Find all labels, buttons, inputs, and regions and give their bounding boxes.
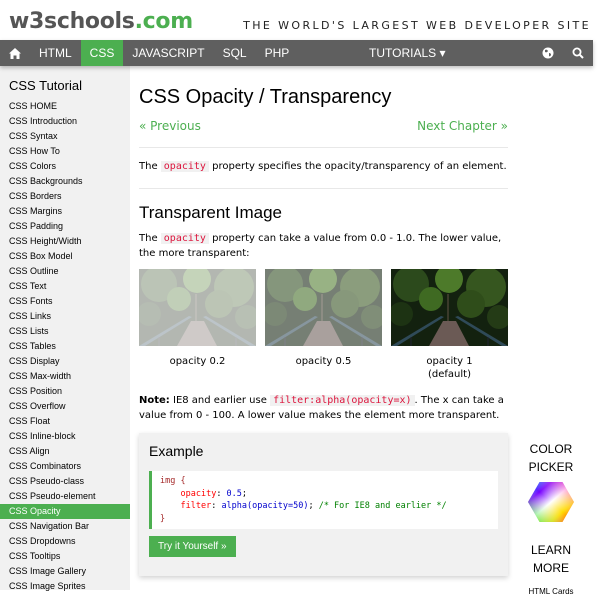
sidebar-item-css-text[interactable]: CSS Text [0, 279, 130, 294]
sidebar-title: CSS Tutorial [9, 78, 82, 93]
try-it-yourself-button[interactable]: Try it Yourself » [149, 536, 236, 557]
home-icon [9, 47, 21, 59]
sidebar-item-css-links[interactable]: CSS Links [0, 309, 130, 324]
site-tagline: THE WORLD'S LARGEST WEB DEVELOPER SITE [243, 19, 591, 32]
sidebar-item-css-image-sprites[interactable]: CSS Image Sprites [0, 579, 130, 594]
sidebar-item-css-colors[interactable]: CSS Colors [0, 159, 130, 174]
nav-item-php[interactable]: PHP [256, 40, 299, 66]
search-icon [572, 47, 584, 59]
divider [139, 147, 508, 148]
sidebar-item-css-how-to[interactable]: CSS How To [0, 144, 130, 159]
sidebar-item-css-float[interactable]: CSS Float [0, 414, 130, 429]
nav-item-sql[interactable]: SQL [214, 40, 256, 66]
image-caption: opacity 0.5 [295, 356, 352, 367]
sidebar-item-css-backgrounds[interactable]: CSS Backgrounds [0, 174, 130, 189]
sidebar-item-css-pseudo-element[interactable]: CSS Pseudo-element [0, 489, 130, 504]
image-item: opacity 0.5 [265, 269, 382, 381]
opacity-overlay [139, 269, 256, 346]
next-chapter-link[interactable]: Next Chapter » [417, 119, 508, 133]
nav-search-button[interactable] [563, 40, 593, 66]
inline-code: opacity [160, 161, 209, 172]
sidebar-item-css-max-width[interactable]: CSS Max-width [0, 369, 130, 384]
sidebar-item-css-height-width[interactable]: CSS Height/Width [0, 234, 130, 249]
sidebar-item-css-overflow[interactable]: CSS Overflow [0, 399, 130, 414]
inline-code: opacity [160, 233, 209, 244]
sidebar-item-css-opacity[interactable]: CSS Opacity [0, 504, 130, 519]
inline-code: filter:alpha(opacity=x) [270, 395, 415, 406]
nav-item-css[interactable]: CSS [80, 40, 124, 66]
note-text: Note: IE8 and earlier use filter:alpha(o… [139, 395, 504, 421]
pagination: « Previous Next Chapter » [139, 119, 508, 133]
html-cards-link[interactable]: HTML Cards [512, 587, 590, 596]
sidebar-item-css-syntax[interactable]: CSS Syntax [0, 129, 130, 144]
color-picker-icon[interactable] [528, 482, 574, 522]
image-item: opacity 1 (default) [391, 269, 508, 381]
sidebar-item-css-align[interactable]: CSS Align [0, 444, 130, 459]
divider [139, 188, 508, 189]
sidebar-item-css-lists[interactable]: CSS Lists [0, 324, 130, 339]
example-title: Example [149, 443, 204, 459]
nav-home-button[interactable] [0, 40, 30, 66]
sidebar-item-css-fonts[interactable]: CSS Fonts [0, 294, 130, 309]
section-text: The opacity property can take a value fr… [139, 233, 502, 259]
nav-item-javascript[interactable]: JAVASCRIPT [123, 40, 213, 66]
code-example: img { opacity: 0.5; filter: alpha(opacit… [149, 471, 498, 529]
page-title: CSS Opacity / Transparency [139, 86, 392, 108]
intro-text: The opacity property specifies the opaci… [139, 161, 507, 172]
sidebar-item-css-inline-block[interactable]: CSS Inline-block [0, 429, 130, 444]
learn-more-link[interactable]: LEARN MORE [512, 541, 590, 577]
example-box: Example img { opacity: 0.5; filter: alph… [139, 433, 508, 576]
globe-icon [542, 47, 554, 59]
main-content: CSS Opacity / Transparency « Previous Ne… [139, 66, 508, 576]
nav-translate-button[interactable] [533, 40, 563, 66]
sidebar: CSS Tutorial CSS HOME CSS Introduction CSS… [0, 66, 130, 591]
previous-link[interactable]: « Previous [139, 119, 201, 133]
sidebar-item-css-borders[interactable]: CSS Borders [0, 189, 130, 204]
right-sidebar: COLOR PICKER LEARN MORE HTML Cards [512, 440, 590, 596]
sidebar-item-css-box-model[interactable]: CSS Box Model [0, 249, 130, 264]
forest-bridge-image [265, 269, 382, 346]
sidebar-item-css-dropdowns[interactable]: CSS Dropdowns [0, 534, 130, 549]
color-picker-link[interactable]: COLOR PICKER [512, 440, 590, 476]
nav-tutorials-dropdown[interactable]: TUTORIALS ▾ [360, 40, 454, 66]
site-header: w3schools.com THE WORLD'S LARGEST WEB DE… [0, 0, 600, 40]
sidebar-item-css-padding[interactable]: CSS Padding [0, 219, 130, 234]
sidebar-item-css-margins[interactable]: CSS Margins [0, 204, 130, 219]
sidebar-item-css-introduction[interactable]: CSS Introduction [0, 114, 130, 129]
nav-item-html[interactable]: HTML [30, 40, 81, 66]
opacity-image-row: opacity 0.2 opacity 0.5 opacity 1 (defaul… [139, 269, 508, 381]
opacity-overlay [265, 269, 382, 346]
image-item: opacity 0.2 [139, 269, 256, 381]
sidebar-item-css-image-gallery[interactable]: CSS Image Gallery [0, 564, 130, 579]
top-navbar: HTML CSS JAVASCRIPT SQL PHP TUTORIALS ▾ [0, 40, 593, 66]
sidebar-item-css-display[interactable]: CSS Display [0, 354, 130, 369]
sidebar-item-css-tooltips[interactable]: CSS Tooltips [0, 549, 130, 564]
forest-bridge-image [391, 269, 508, 346]
sidebar-item-css-combinators[interactable]: CSS Combinators [0, 459, 130, 474]
section-title: Transparent Image [139, 203, 282, 222]
image-caption: opacity 1 (default) [426, 356, 473, 380]
site-logo[interactable]: w3schools.com [9, 9, 193, 34]
sidebar-item-css-pseudo-class[interactable]: CSS Pseudo-class [0, 474, 130, 489]
sidebar-item-css-tables[interactable]: CSS Tables [0, 339, 130, 354]
image-caption: opacity 0.2 [169, 356, 226, 367]
forest-bridge-image [139, 269, 256, 346]
sidebar-item-css-outline[interactable]: CSS Outline [0, 264, 130, 279]
sidebar-item-css-position[interactable]: CSS Position [0, 384, 130, 399]
sidebar-item-css-home[interactable]: CSS HOME [0, 99, 130, 114]
sidebar-item-css-navigation-bar[interactable]: CSS Navigation Bar [0, 519, 130, 534]
